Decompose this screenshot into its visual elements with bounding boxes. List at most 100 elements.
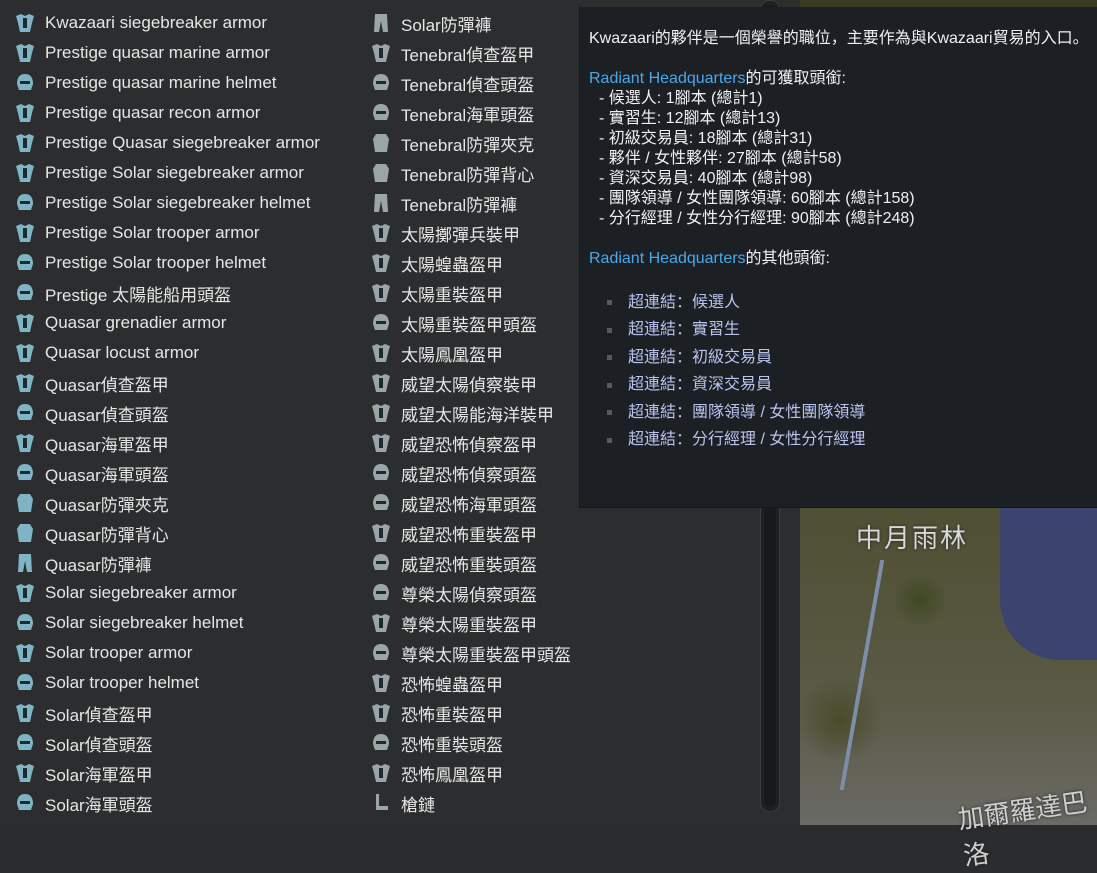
apparel-list-item[interactable]: Quasar偵查頭盔 bbox=[10, 398, 360, 428]
apparel-list-column-2: Solar防彈褲 Tenebral偵查盔甲 Tenebral偵查頭盔 Tenebral… bbox=[366, 8, 596, 818]
gun-link-icon bbox=[366, 790, 396, 816]
apparel-list-item[interactable]: 尊榮太陽重裝盔甲 bbox=[366, 608, 596, 638]
apparel-list-item[interactable]: Solar海軍盔甲 bbox=[10, 758, 360, 788]
hyperlink-item[interactable]: 超連結：候選人 bbox=[589, 289, 1089, 317]
trooper-helmet-icon bbox=[10, 670, 40, 696]
grenadier-armor-icon bbox=[10, 310, 40, 336]
cataphract-armor-icon bbox=[366, 520, 396, 546]
apparel-list-item[interactable]: 太陽擲彈兵裝甲 bbox=[366, 218, 596, 248]
recon-armor-icon bbox=[366, 430, 396, 456]
apparel-list-item[interactable]: Solar海軍頭盔 bbox=[10, 788, 360, 818]
apparel-list-item[interactable]: Tenebral防彈背心 bbox=[366, 158, 596, 188]
apparel-list-item[interactable]: 威望太陽能海洋裝甲 bbox=[366, 398, 596, 428]
apparel-list-item[interactable]: Prestige Solar siegebreaker helmet bbox=[10, 188, 360, 218]
trooper-helmet-icon bbox=[10, 250, 40, 276]
bullet-icon bbox=[607, 410, 612, 416]
apparel-list-item[interactable]: Solar偵查盔甲 bbox=[10, 698, 360, 728]
apparel-item-label: 太陽擲彈兵裝甲 bbox=[401, 225, 520, 245]
hyperlink-item[interactable]: 超連結：分行經理 / 女性分行經理 bbox=[589, 427, 1089, 455]
apparel-item-label: Tenebral偵查盔甲 bbox=[401, 45, 535, 65]
apparel-item-label: Tenebral偵查頭盔 bbox=[401, 75, 535, 95]
recon-helmet-icon bbox=[10, 400, 40, 426]
bullet-icon bbox=[607, 300, 612, 306]
apparel-item-label: Quasar偵查頭盔 bbox=[45, 405, 169, 425]
faction-link[interactable]: Radiant Headquarters bbox=[589, 70, 746, 87]
apparel-list-item[interactable]: 威望太陽偵察裝甲 bbox=[366, 368, 596, 398]
apparel-list-column-1: Kwazaari siegebreaker armor Prestige quas… bbox=[10, 8, 360, 818]
apparel-list-item[interactable]: 太陽重裝盔甲 bbox=[366, 278, 596, 308]
apparel-list-item[interactable]: Prestige 太陽能船用頭盔 bbox=[10, 278, 360, 308]
apparel-list-item[interactable]: Quasar防彈背心 bbox=[10, 518, 360, 548]
apparel-list-item[interactable]: Tenebral偵查頭盔 bbox=[366, 68, 596, 98]
apparel-item-label: 尊榮太陽重裝盔甲頭盔 bbox=[401, 645, 571, 665]
apparel-item-label: Kwazaari siegebreaker armor bbox=[45, 13, 268, 32]
apparel-list-item[interactable]: Solar siegebreaker helmet bbox=[10, 608, 360, 638]
apparel-list-item[interactable]: 尊榮太陽偵察頭盔 bbox=[366, 578, 596, 608]
apparel-item-label: Solar偵查盔甲 bbox=[45, 705, 153, 725]
marine-helmet-icon bbox=[10, 790, 40, 816]
apparel-item-label: Quasar海軍盔甲 bbox=[45, 435, 169, 455]
apparel-list-item[interactable]: Prestige quasar marine helmet bbox=[10, 68, 360, 98]
apparel-list-item[interactable]: Quasar海軍盔甲 bbox=[10, 428, 360, 458]
apparel-item-label: Solar防彈褲 bbox=[401, 15, 492, 35]
hyperlink-item[interactable]: 超連結：團隊領導 / 女性團隊領導 bbox=[589, 399, 1089, 427]
apparel-list-item[interactable]: Quasar locust armor bbox=[10, 338, 360, 368]
apparel-list-item[interactable]: Solar trooper helmet bbox=[10, 668, 360, 698]
apparel-item-label: 恐怖蝗蟲盔甲 bbox=[401, 675, 503, 695]
apparel-list-item[interactable]: Tenebral偵查盔甲 bbox=[366, 38, 596, 68]
apparel-list-item[interactable]: 太陽重裝盔甲頭盔 bbox=[366, 308, 596, 338]
apparel-item-label: 恐怖重裝盔甲 bbox=[401, 705, 503, 725]
hyperlink-item[interactable]: 超連結：初級交易員 bbox=[589, 344, 1089, 372]
apparel-item-label: Prestige quasar marine armor bbox=[45, 43, 270, 62]
apparel-list-item[interactable]: Tenebral防彈夾克 bbox=[366, 128, 596, 158]
apparel-list-item[interactable]: 恐怖鳳凰盔甲 bbox=[366, 758, 596, 788]
apparel-list-item[interactable]: 恐怖蝗蟲盔甲 bbox=[366, 668, 596, 698]
cataphract-helmet-icon bbox=[366, 550, 396, 576]
apparel-list-item[interactable]: Solar trooper armor bbox=[10, 638, 360, 668]
recon-helmet-icon bbox=[10, 730, 40, 756]
apparel-item-label: Quasar偵查盔甲 bbox=[45, 375, 169, 395]
apparel-list-item[interactable]: 太陽鳳凰盔甲 bbox=[366, 338, 596, 368]
apparel-item-label: 槍鏈 bbox=[401, 795, 435, 815]
hyperlink-label: 超連結：團隊領導 / 女性團隊領導 bbox=[628, 403, 866, 421]
apparel-list-item[interactable]: Solar防彈褲 bbox=[366, 8, 596, 38]
apparel-list-item[interactable]: Prestige Solar siegebreaker armor bbox=[10, 158, 360, 188]
apparel-list-item[interactable]: Prestige quasar marine armor bbox=[10, 38, 360, 68]
apparel-list-item[interactable]: 恐怖重裝頭盔 bbox=[366, 728, 596, 758]
apparel-list-item[interactable]: Prestige Quasar siegebreaker armor bbox=[10, 128, 360, 158]
apparel-list-item[interactable]: Prestige quasar recon armor bbox=[10, 98, 360, 128]
apparel-item-label: 威望恐怖偵察頭盔 bbox=[401, 465, 537, 485]
cataphract-armor-icon bbox=[366, 610, 396, 636]
apparel-item-label: Prestige Solar trooper armor bbox=[45, 223, 260, 242]
apparel-list-item[interactable]: Quasar海軍頭盔 bbox=[10, 458, 360, 488]
apparel-list-item[interactable]: Tenebral海軍頭盔 bbox=[366, 98, 596, 128]
apparel-list-item[interactable]: 威望恐怖重裝盔甲 bbox=[366, 518, 596, 548]
apparel-list-item[interactable]: Prestige Solar trooper helmet bbox=[10, 248, 360, 278]
apparel-list-item[interactable]: Quasar防彈褲 bbox=[10, 548, 360, 578]
hyperlink-item[interactable]: 超連結：實習生 bbox=[589, 317, 1089, 345]
apparel-list-item[interactable]: Prestige Solar trooper armor bbox=[10, 218, 360, 248]
apparel-list-item[interactable]: 槍鏈 bbox=[366, 788, 596, 818]
hyperlink-item[interactable]: 超連結：資深交易員 bbox=[589, 372, 1089, 400]
apparel-list-item[interactable]: Quasar防彈夾克 bbox=[10, 488, 360, 518]
apparel-list-item[interactable]: 威望恐怖重裝頭盔 bbox=[366, 548, 596, 578]
apparel-list-item[interactable]: 威望恐怖偵察盔甲 bbox=[366, 428, 596, 458]
apparel-list-item[interactable]: 尊榮太陽重裝盔甲頭盔 bbox=[366, 638, 596, 668]
apparel-list-item[interactable]: Solar偵查頭盔 bbox=[10, 728, 360, 758]
apparel-list-item[interactable]: Quasar grenadier armor bbox=[10, 308, 360, 338]
apparel-list-item[interactable]: Tenebral防彈褲 bbox=[366, 188, 596, 218]
apparel-list-item[interactable]: 威望恐怖海軍頭盔 bbox=[366, 488, 596, 518]
apparel-list-item[interactable]: Kwazaari siegebreaker armor bbox=[10, 8, 360, 38]
tooltip-other-heading: Radiant Headquarters的其他頭銜: bbox=[589, 250, 830, 267]
apparel-list-item[interactable]: Solar siegebreaker armor bbox=[10, 578, 360, 608]
apparel-item-label: 威望恐怖重裝盔甲 bbox=[401, 525, 537, 545]
apparel-list-item[interactable]: 恐怖重裝盔甲 bbox=[366, 698, 596, 728]
apparel-list-item[interactable]: Quasar偵查盔甲 bbox=[10, 368, 360, 398]
apparel-item-label: Solar trooper helmet bbox=[45, 673, 200, 692]
faction-link-2[interactable]: Radiant Headquarters bbox=[589, 250, 746, 267]
apparel-list-item[interactable]: 太陽蝗蟲盔甲 bbox=[366, 248, 596, 278]
apparel-item-label: 尊榮太陽重裝盔甲 bbox=[401, 615, 537, 635]
map-region-label-2: 加爾羅達巴洛 bbox=[956, 786, 1090, 872]
apparel-list-item[interactable]: 威望恐怖偵察頭盔 bbox=[366, 458, 596, 488]
cataphract-helmet-icon bbox=[366, 730, 396, 756]
